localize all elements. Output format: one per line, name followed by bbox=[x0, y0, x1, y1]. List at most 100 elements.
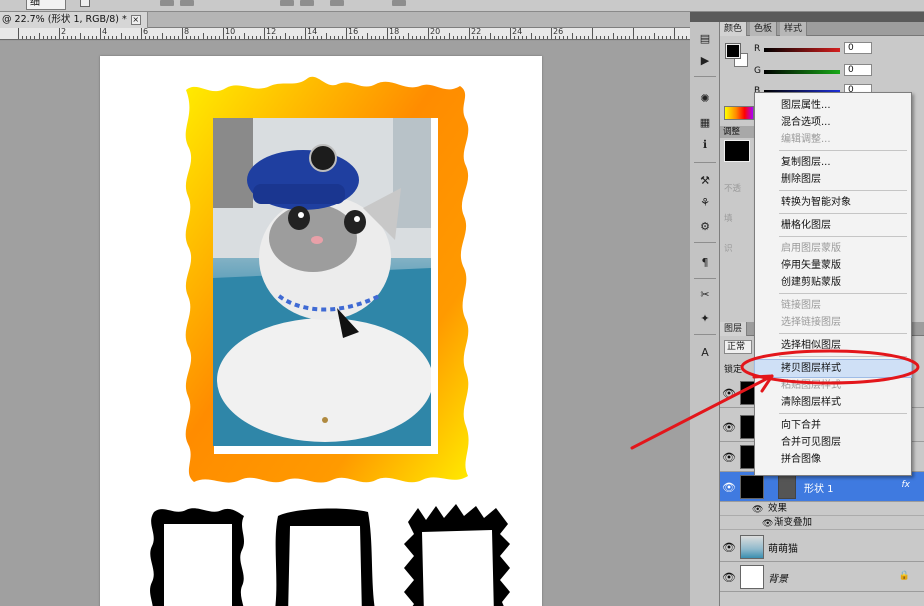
ruler-tick bbox=[583, 36, 585, 39]
eye-icon[interactable]: 👁 bbox=[722, 541, 736, 554]
layer-row-background[interactable]: 👁 背景 🔒 bbox=[720, 562, 924, 592]
wavy-frame-shape[interactable] bbox=[150, 508, 244, 606]
effects-row[interactable]: 👁 效果 bbox=[720, 502, 924, 516]
swatches-icon[interactable]: ▦ bbox=[696, 114, 714, 130]
canvas-area[interactable] bbox=[0, 41, 690, 606]
red-slider[interactable] bbox=[764, 48, 840, 52]
jagged-frame-shape[interactable] bbox=[404, 504, 510, 606]
menu-item[interactable]: 清除图层样式 bbox=[755, 394, 911, 411]
document-tab[interactable]: @ 22.7% (形状 1, RGB/8) * × bbox=[0, 12, 148, 28]
tab-swatches[interactable]: 色板 bbox=[750, 22, 778, 36]
menu-item: 启用图层蒙版 bbox=[781, 243, 841, 254]
menu-item[interactable]: 拷贝图层样式 bbox=[754, 359, 912, 378]
eye-icon[interactable]: 👁 bbox=[752, 503, 763, 517]
ruler-tick bbox=[18, 28, 19, 39]
horizontal-ruler[interactable]: 2 4 6 8 10 12 14 16 18 20 22 24 26 bbox=[0, 28, 690, 40]
menu-item[interactable]: 复制图层... bbox=[755, 154, 911, 171]
character-icon[interactable]: A bbox=[696, 344, 714, 360]
red-value-field[interactable]: 0 bbox=[844, 42, 872, 54]
ruler-tick bbox=[674, 28, 675, 39]
frame-shape-samples bbox=[150, 504, 510, 606]
option-icon[interactable] bbox=[330, 0, 344, 6]
ruler-tick bbox=[542, 36, 544, 39]
menu-item[interactable]: 停用矢量蒙版 bbox=[755, 257, 911, 274]
menu-item[interactable]: 转换为智能对象 bbox=[755, 194, 911, 211]
style-select[interactable]: 细 bbox=[26, 0, 66, 10]
ruler-tick bbox=[124, 36, 126, 39]
option-icon[interactable] bbox=[392, 0, 406, 6]
layer-name[interactable]: 形状 1 bbox=[804, 480, 834, 495]
layer-name[interactable]: 萌萌猫 bbox=[768, 540, 798, 555]
option-icon[interactable] bbox=[280, 0, 294, 6]
eye-icon[interactable]: 👁 bbox=[722, 571, 736, 584]
menu-separator bbox=[779, 293, 907, 294]
close-icon[interactable]: × bbox=[130, 14, 141, 25]
options-checkbox[interactable] bbox=[80, 0, 90, 7]
menu-item[interactable]: 选择相似图层 bbox=[755, 337, 911, 354]
option-icon[interactable] bbox=[180, 0, 194, 6]
ruler-tick bbox=[354, 36, 356, 39]
actions-icon[interactable]: ▶ bbox=[696, 52, 714, 68]
eye-icon[interactable]: 👁 bbox=[722, 387, 736, 400]
styles-icon[interactable]: ✦ bbox=[696, 310, 714, 326]
channel-label-r: R bbox=[754, 44, 761, 54]
menu-separator bbox=[779, 236, 907, 237]
menu-item[interactable]: 拼合图像 bbox=[755, 451, 911, 468]
menu-item[interactable]: 合并可见图层 bbox=[755, 434, 911, 451]
ruler-tick bbox=[210, 36, 212, 39]
menu-item[interactable]: 创建剪贴蒙版 bbox=[755, 274, 911, 291]
menu-item[interactable]: 删除图层 bbox=[755, 171, 911, 188]
ruler-label: 4 bbox=[102, 28, 108, 36]
eye-icon[interactable]: 👁 bbox=[762, 517, 773, 531]
tool-preset-icon[interactable]: ⚙ bbox=[696, 218, 714, 234]
scissors-icon[interactable]: ✂ bbox=[696, 286, 714, 302]
color-wheel-icon[interactable]: ✺ bbox=[696, 90, 714, 106]
color-ramp[interactable] bbox=[724, 106, 754, 120]
blend-mode-select[interactable]: 正常 bbox=[724, 340, 752, 354]
ruler-tick bbox=[436, 36, 438, 39]
ruler-tick bbox=[657, 36, 659, 39]
ruler-tick bbox=[288, 36, 290, 39]
ruler-tick bbox=[530, 33, 532, 39]
green-slider[interactable] bbox=[764, 70, 840, 74]
ruler-tick bbox=[104, 36, 106, 39]
document-canvas[interactable] bbox=[100, 56, 542, 606]
menu-item: 编辑调整... bbox=[781, 134, 831, 145]
ruler-tick bbox=[514, 36, 516, 39]
eye-icon[interactable]: 👁 bbox=[722, 421, 736, 434]
ruler-tick bbox=[391, 36, 393, 39]
layer-name[interactable]: 背景 bbox=[768, 570, 788, 585]
tab-adjustments[interactable]: 调整 bbox=[720, 126, 754, 138]
option-icon[interactable] bbox=[160, 0, 174, 6]
ruler-tick bbox=[198, 36, 200, 39]
effect-item-row[interactable]: 👁 渐变叠加 bbox=[720, 516, 924, 530]
eye-icon[interactable]: 👁 bbox=[722, 451, 736, 464]
ruler-tick bbox=[309, 36, 311, 39]
info-icon[interactable]: ℹ bbox=[696, 136, 714, 152]
paragraph-icon[interactable]: ¶ bbox=[696, 254, 714, 270]
vector-mask-thumbnail[interactable] bbox=[778, 475, 796, 499]
layer-row-cat[interactable]: 👁 萌萌猫 bbox=[720, 532, 924, 562]
brush-preset-icon[interactable]: ⚒ bbox=[696, 172, 714, 188]
menu-item[interactable]: 向下合并 bbox=[755, 417, 911, 434]
ruler-tick bbox=[428, 28, 429, 39]
ruler-tick bbox=[350, 36, 352, 39]
plain-frame-shape[interactable] bbox=[274, 508, 376, 606]
history-icon[interactable]: ▤ bbox=[696, 30, 714, 46]
menu-item[interactable]: 图层属性... bbox=[755, 97, 911, 114]
tab-styles[interactable]: 样式 bbox=[780, 22, 808, 36]
foreground-color-swatch[interactable] bbox=[725, 43, 741, 59]
ruler-tick bbox=[54, 36, 56, 39]
green-value-field[interactable]: 0 bbox=[844, 64, 872, 76]
ruler-label: 10 bbox=[225, 28, 236, 36]
menu-item[interactable]: 栅格化图层 bbox=[755, 217, 911, 234]
eye-icon[interactable]: 👁 bbox=[722, 481, 736, 494]
tab-color[interactable]: 颜色 bbox=[720, 22, 748, 36]
layer-row-shape-1[interactable]: 👁 形状 1 fx bbox=[720, 472, 924, 502]
ruler-label: 18 bbox=[389, 28, 400, 36]
option-icon[interactable] bbox=[300, 0, 314, 6]
fx-icon[interactable]: fx bbox=[902, 480, 911, 490]
menu-item[interactable]: 混合选项... bbox=[755, 114, 911, 131]
clone-source-icon[interactable]: ⚘ bbox=[696, 194, 714, 210]
tab-layers[interactable]: 图层 bbox=[720, 322, 748, 336]
